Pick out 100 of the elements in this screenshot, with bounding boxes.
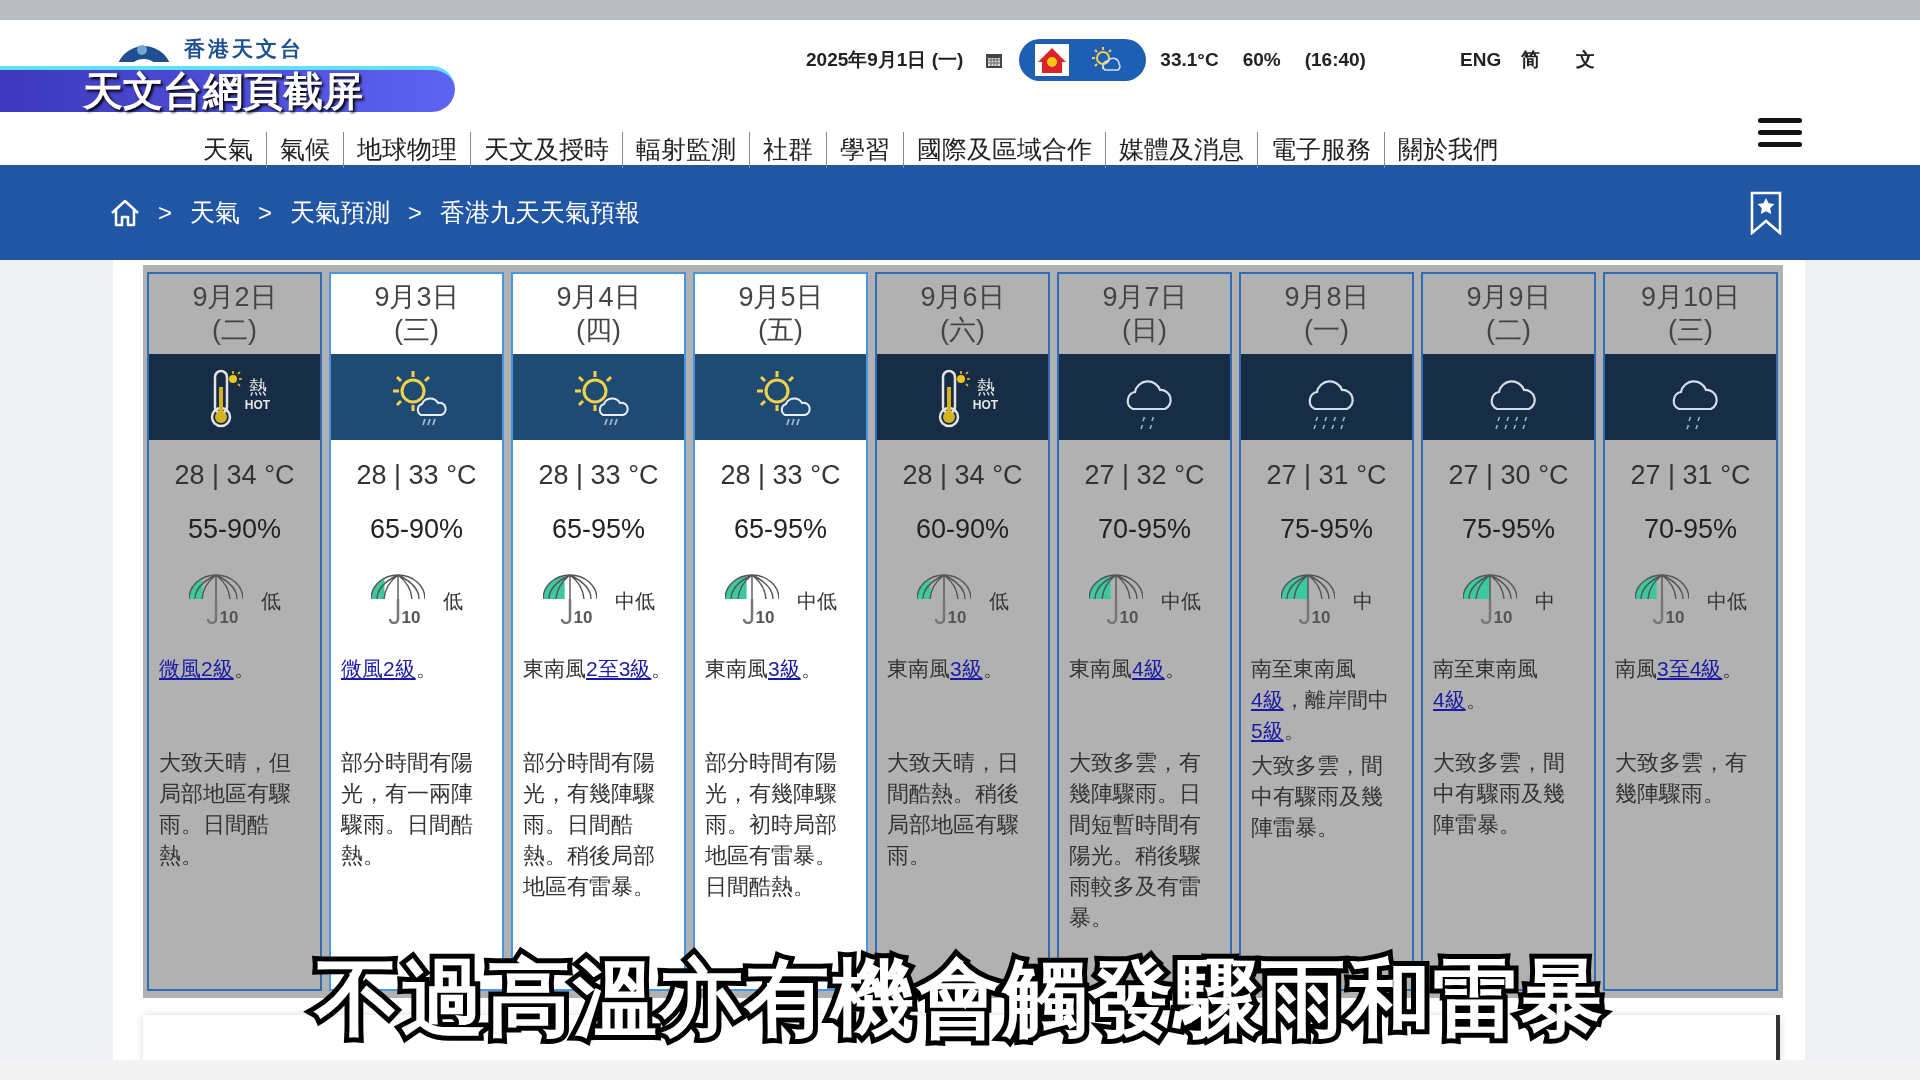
weather-status-pill[interactable] bbox=[1019, 39, 1147, 81]
psr-number: 10 bbox=[573, 608, 593, 628]
forecast-description: 大致天晴，日間酷熱。稍後局部地區有驟雨。 bbox=[886, 749, 1020, 870]
warning-icon[interactable] bbox=[1035, 44, 1070, 76]
psr-number: 10 bbox=[401, 608, 421, 628]
umbrella-icon bbox=[916, 574, 971, 600]
umbrella-handle bbox=[206, 599, 217, 624]
umbrella-handle bbox=[1106, 599, 1117, 624]
umbrella-icon bbox=[1634, 574, 1689, 600]
language-link[interactable]: 简 bbox=[1521, 45, 1541, 75]
forecast-description: 部分時間有陽光，有幾陣驟雨。初時局部地區有雷暴。日間酷熱。 bbox=[704, 749, 838, 901]
breadcrumb-link[interactable]: 天氣 bbox=[190, 193, 240, 232]
menu-icon[interactable] bbox=[1758, 118, 1802, 148]
nav-link[interactable]: 地球物理 bbox=[344, 131, 470, 169]
wind-link[interactable]: 3級 bbox=[768, 657, 801, 680]
forecast-description: 大致多雲，間中有驟雨及幾陣雷暴。 bbox=[1432, 749, 1566, 839]
nav-link[interactable]: 媒體及消息 bbox=[1106, 131, 1257, 169]
temperature-range: 27 | 31 °C bbox=[1265, 459, 1388, 492]
forecast-weekday: (三) bbox=[394, 314, 439, 347]
breadcrumb-link[interactable]: 香港九天天氣預報 bbox=[440, 193, 641, 232]
calendar-icon[interactable] bbox=[985, 51, 1004, 69]
humidity-range: 55-90% bbox=[186, 512, 283, 546]
sun-cloud-icon[interactable] bbox=[1091, 46, 1122, 74]
umbrella-handle bbox=[1298, 599, 1309, 624]
temperature-range: 28 | 34 °C bbox=[173, 459, 296, 492]
psr-label: 中 bbox=[1534, 589, 1555, 614]
forecast-weekday: (六) bbox=[940, 314, 985, 347]
temperature-range: 27 | 30 °C bbox=[1447, 459, 1570, 492]
wind-link[interactable]: 4級 bbox=[1251, 688, 1284, 711]
home-icon[interactable] bbox=[110, 198, 140, 227]
wind-link[interactable]: 4級 bbox=[1433, 688, 1466, 711]
psr-label: 低 bbox=[260, 589, 281, 614]
wind-text: 東南風3級。 bbox=[704, 656, 823, 682]
psr-number: 10 bbox=[755, 608, 775, 628]
psr-number: 10 bbox=[219, 608, 239, 628]
psr-label: 低 bbox=[442, 589, 463, 614]
temperature-range: 28 | 33 °C bbox=[719, 459, 842, 492]
nav-link[interactable]: 社群 bbox=[750, 131, 826, 169]
psr-label: 中低 bbox=[1706, 589, 1747, 614]
forecast-date: 9月8日 bbox=[1284, 281, 1369, 314]
umbrella-handle bbox=[934, 599, 945, 624]
humidity-range: 65-95% bbox=[550, 512, 647, 546]
forecast-date: 9月6日 bbox=[920, 281, 1005, 314]
temperature-range: 28 | 33 °C bbox=[355, 459, 478, 492]
forecast-date: 9月7日 bbox=[1102, 281, 1187, 314]
nav-link[interactable]: 關於我們 bbox=[1385, 131, 1511, 169]
humidity-range: 65-90% bbox=[368, 512, 465, 546]
nav-link[interactable]: 氣候 bbox=[267, 131, 343, 169]
forecast-description: 大致多雲，間中有驟雨及幾陣雷暴。 bbox=[1250, 752, 1384, 842]
humidity-range: 65-95% bbox=[732, 512, 829, 546]
wind-text: 東南風2至3級。 bbox=[522, 656, 674, 682]
language-link[interactable]: ENG bbox=[1460, 45, 1502, 75]
wind-text: 微風2級。 bbox=[158, 656, 256, 682]
wind-link[interactable]: 3至4級 bbox=[1657, 657, 1723, 680]
psr-number: 10 bbox=[1493, 608, 1513, 628]
language-link[interactable]: 文 bbox=[1576, 45, 1596, 75]
wind-link[interactable]: 3級 bbox=[950, 657, 983, 680]
forecast-date: 9月3日 bbox=[374, 281, 459, 314]
humidity-range: 75-95% bbox=[1278, 512, 1375, 546]
psr-label: 中低 bbox=[1160, 589, 1201, 614]
wind-link[interactable]: 2至3級 bbox=[586, 657, 652, 680]
umbrella-handle bbox=[1480, 599, 1491, 624]
psr-number: 10 bbox=[947, 608, 967, 628]
psr-label: 中低 bbox=[614, 589, 655, 614]
wind-link[interactable]: 微風2級 bbox=[159, 657, 234, 680]
forecast-description: 大致天晴，但局部地區有驟雨。日間酷熱。 bbox=[158, 749, 292, 870]
nav-link[interactable]: 國際及區域合作 bbox=[904, 131, 1105, 169]
umbrella-icon bbox=[1088, 574, 1143, 600]
forecast-description: 大致多雲，有幾陣驟雨。日間短暫時間有陽光。稍後驟雨較多及有雷暴。 bbox=[1068, 749, 1202, 932]
temperature-range: 28 | 34 °C bbox=[901, 459, 1024, 492]
breadcrumb-link[interactable]: 天氣預測 bbox=[290, 193, 391, 232]
umbrella-handle bbox=[560, 599, 571, 624]
forecast-description: 部分時間有陽光，有幾陣驟雨。日間酷熱。稍後局部地區有雷暴。 bbox=[522, 749, 656, 901]
breadcrumb-separator: > bbox=[408, 197, 423, 228]
wind-text: 東南風4級。 bbox=[1068, 656, 1187, 682]
psr-label: 中低 bbox=[796, 589, 837, 614]
forecast-weekday: (二) bbox=[212, 314, 257, 347]
forecast-weekday: (四) bbox=[576, 314, 621, 347]
wind-text: 東南風3級。 bbox=[886, 656, 1005, 682]
forecast-weekday: (五) bbox=[758, 314, 803, 347]
forecast-date: 9月9日 bbox=[1466, 281, 1551, 314]
forecast-weekday: (三) bbox=[1668, 314, 1713, 347]
psr-number: 10 bbox=[1119, 608, 1139, 628]
wind-link[interactable]: 微風2級 bbox=[341, 657, 416, 680]
forecast-date: 9月10日 bbox=[1640, 281, 1741, 314]
hot-label: HOT bbox=[244, 398, 271, 412]
forecast-weekday: (日) bbox=[1122, 314, 1167, 347]
nav-link[interactable]: 學習 bbox=[827, 131, 903, 169]
forecast-weekday: (一) bbox=[1304, 314, 1349, 347]
nav-link[interactable]: 天氣 bbox=[190, 131, 266, 169]
bookmark-icon[interactable] bbox=[1750, 190, 1782, 235]
wind-link[interactable]: 5級 bbox=[1251, 719, 1284, 742]
nav-link[interactable]: 電子服務 bbox=[1258, 131, 1384, 169]
humidity-range: 70-95% bbox=[1096, 512, 1193, 546]
hot-label: 熱 bbox=[976, 376, 995, 398]
nav-link[interactable]: 輻射監測 bbox=[623, 131, 749, 169]
forecast-description: 大致多雲，有幾陣驟雨。 bbox=[1614, 749, 1748, 808]
wind-link[interactable]: 4級 bbox=[1132, 657, 1165, 680]
nav-link[interactable]: 天文及授時 bbox=[471, 131, 622, 169]
psr-number: 10 bbox=[1665, 608, 1685, 628]
